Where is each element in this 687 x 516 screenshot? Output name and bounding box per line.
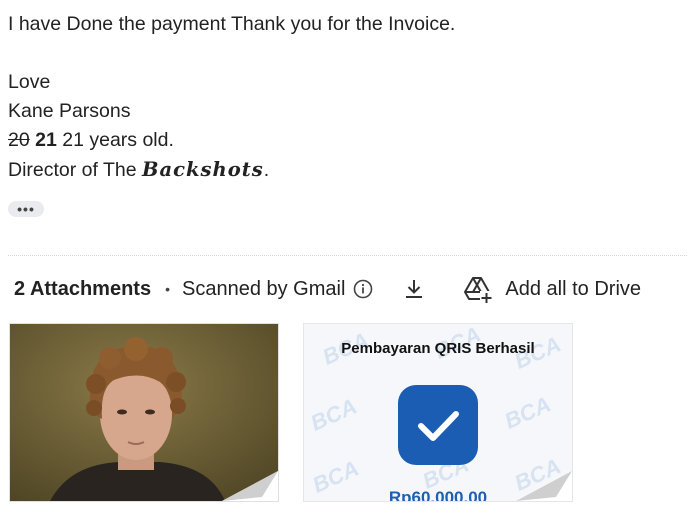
- receipt-title: Pembayaran QRIS Berhasil: [341, 340, 535, 357]
- show-trimmed-content-button[interactable]: •••: [8, 201, 44, 217]
- add-all-to-drive-button[interactable]: Add all to Drive: [505, 278, 641, 301]
- drive-add-icon[interactable]: [463, 274, 494, 304]
- age-struck: 20: [8, 129, 30, 151]
- divider: [8, 255, 687, 256]
- attachment-receipt-thumbnail[interactable]: BCA BCA BCA BCA BCA BCA BCA BCA Pembayar…: [303, 323, 573, 502]
- age-bold: 21: [35, 129, 57, 151]
- attachments-count: 2 Attachments: [14, 277, 152, 300]
- director-prefix: Director of The: [8, 159, 137, 181]
- watermark: BCA: [500, 391, 555, 434]
- sender-name: Kane Parsons: [8, 100, 131, 122]
- watermark: BCA: [306, 393, 361, 436]
- page-curl-icon: [516, 471, 572, 501]
- director-brand: Backshots: [142, 158, 264, 181]
- separator-dot: •: [165, 281, 170, 297]
- success-check-icon: [398, 385, 478, 465]
- email-body: I have Done the payment Thank you for th…: [8, 10, 455, 184]
- scanned-by-gmail-label: Scanned by Gmail: [181, 277, 346, 300]
- attachments-bar: 2 Attachments • Scanned by Gmail Add all…: [14, 274, 641, 304]
- age-line: 20 21 21 years old.: [8, 126, 455, 155]
- director-line: Director of The Backshots.: [8, 155, 455, 184]
- age-text: 21 years old.: [62, 129, 174, 151]
- director-suffix: .: [263, 159, 270, 181]
- page-curl-icon: [222, 471, 278, 501]
- attachment-photo-thumbnail[interactable]: [9, 323, 279, 502]
- info-icon[interactable]: [353, 279, 373, 299]
- closing-line: Love: [8, 71, 51, 93]
- download-all-icon[interactable]: [403, 277, 425, 301]
- message-line: I have Done the payment Thank you for th…: [8, 13, 456, 35]
